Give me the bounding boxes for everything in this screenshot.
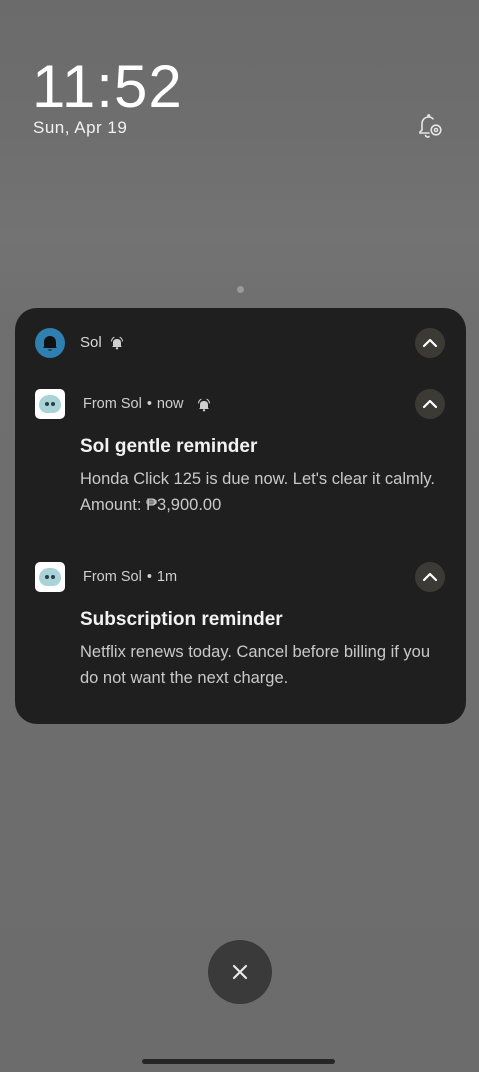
notification-body: Honda Click 125 is due now. Let's clear … [80,470,436,514]
page-indicator [237,286,244,293]
notification-source: From Sol [83,396,142,412]
notification-time: now [156,396,184,412]
bell-icon [35,328,65,358]
notification-group-header[interactable]: Sol [15,308,466,378]
group-collapse-button[interactable] [415,328,445,358]
notification-title: Sol gentle reminder [80,436,258,457]
notification-collapse-button[interactable] [415,389,445,419]
chevron-up-icon [422,399,438,409]
notification-item[interactable]: From Sol • now Sol gentle reminder Honda C… [15,384,466,544]
chevron-up-icon [422,338,438,348]
alerting-bell-icon [197,398,211,412]
bell-gear-icon[interactable] [414,112,444,142]
lockscreen-clock: 11:52 [32,53,183,120]
notification-time: 1m [156,569,178,585]
group-app-name: Sol [80,334,102,351]
notification-collapse-button[interactable] [415,562,445,592]
meta-separator: • [146,569,152,585]
alerting-bell-icon [110,336,124,350]
close-icon [232,964,248,980]
chevron-up-icon [422,572,438,582]
notification-body: Netflix renews today. Cancel before bill… [80,643,431,687]
clear-all-button[interactable] [208,940,272,1004]
sol-app-icon [35,562,65,592]
notification-item[interactable]: From Sol • 1m Subscription reminder Netfli… [15,557,466,717]
home-indicator[interactable] [142,1059,335,1064]
notification-group-panel: Sol From Sol • now Sol gentle reminder H… [15,308,466,724]
meta-separator: • [146,396,152,412]
notification-title: Subscription reminder [80,609,283,630]
notification-source: From Sol [83,569,142,585]
notification-meta: From Sol • now [83,396,184,412]
lockscreen-date: Sun, Apr 19 [33,118,128,137]
notification-meta: From Sol • 1m [83,569,177,585]
sol-app-icon [35,389,65,419]
